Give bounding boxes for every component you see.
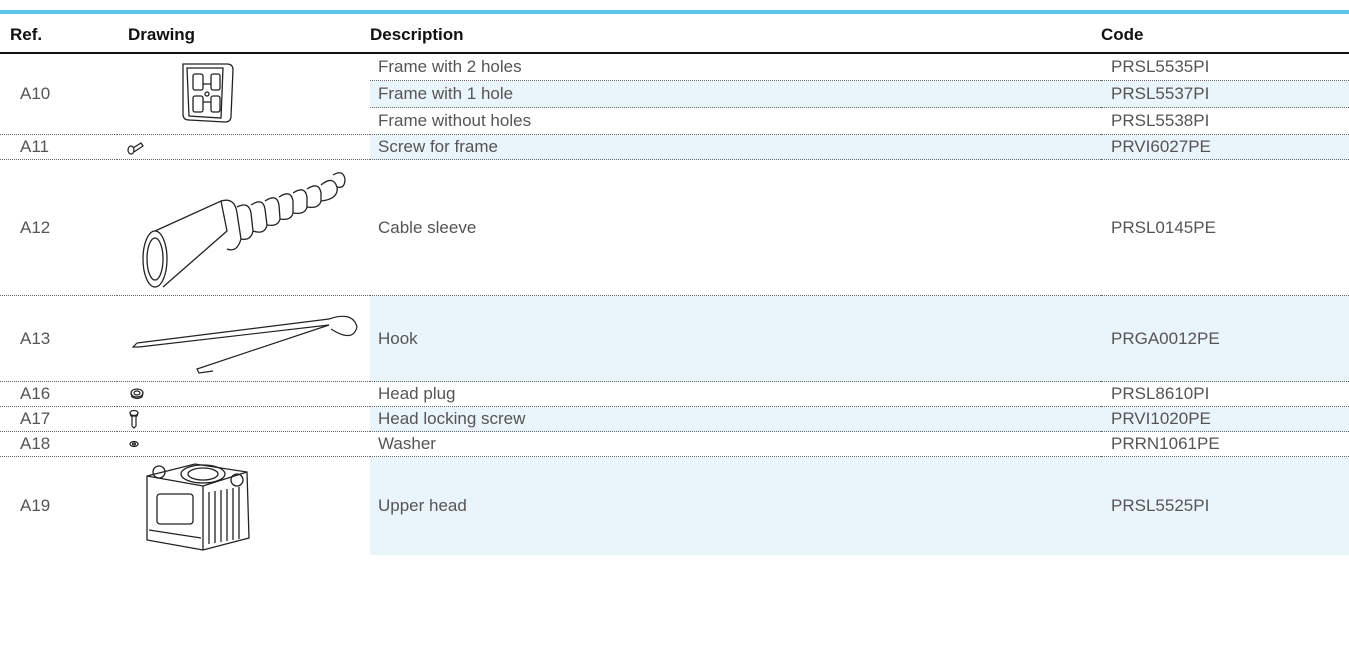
table-row: A18 Washer PRRN1061PE [0, 431, 1349, 457]
code-cell: PRSL0145PE [1101, 159, 1349, 296]
table-row: A12 Cable sleeve PRSL0145PE [0, 159, 1349, 296]
frame-icon [182, 63, 234, 123]
drawing-cell [117, 295, 370, 382]
table-row: A10 Frame with 2 holes PRSL5535PI [0, 53, 1349, 135]
ref-cell: A11 [0, 134, 117, 160]
table-row: A19 Upper head PRSL5525PI [0, 456, 1349, 555]
ref-cell: A17 [0, 406, 117, 432]
locking-screw-icon [129, 409, 139, 429]
washer-icon [129, 440, 139, 448]
header-code: Code [1101, 14, 1349, 54]
header-ref: Ref. [0, 14, 117, 54]
ref-cell: A12 [0, 159, 117, 296]
table-row: A13 Hook PRGA0012PE [0, 295, 1349, 382]
code-cell: PRVI1020PE [1101, 406, 1349, 432]
table-row: A11 Screw for frame PRVI6027PE [0, 134, 1349, 160]
description-cell: Washer [370, 431, 1101, 457]
ref-cell: A18 [0, 431, 117, 457]
table-header-row: Ref. Drawing Description Code [0, 14, 1349, 54]
description-cell: Frame with 1 hole [370, 80, 1101, 108]
description-cell: Upper head [370, 456, 1101, 555]
drawing-cell [117, 456, 370, 555]
description-cell: Hook [370, 295, 1101, 382]
code-cell: PRSL8610PI [1101, 381, 1349, 407]
ref-cell: A13 [0, 295, 117, 382]
description-cell: Head plug [370, 381, 1101, 407]
description-cell: Cable sleeve [370, 159, 1101, 296]
ref-cell: A16 [0, 381, 117, 407]
description-cell: Frame without holes [370, 107, 1101, 135]
drawing-cell [117, 134, 370, 160]
drawing-cell [117, 159, 370, 296]
description-cell: Head locking screw [370, 406, 1101, 432]
code-cell: PRSL5537PI [1101, 80, 1349, 108]
header-description: Description [370, 14, 1101, 54]
ref-cell: A10 [0, 53, 117, 135]
table-row: A16 Head plug PRSL8610PI [0, 381, 1349, 407]
code-cell: PRVI6027PE [1101, 134, 1349, 160]
code-cell: PRSL5525PI [1101, 456, 1349, 555]
code-cell: PRRN1061PE [1101, 431, 1349, 457]
hook-icon [131, 315, 358, 374]
code-cell: PRSL5535PI [1101, 53, 1349, 82]
drawing-cell [117, 406, 370, 432]
screw-icon [127, 142, 144, 155]
drawing-cell [117, 431, 370, 457]
drawing-cell [117, 381, 370, 407]
cable-sleeve-icon [142, 171, 346, 288]
head-plug-icon [130, 388, 144, 400]
table-row: A17 Head locking screw PRVI1020PE [0, 406, 1349, 432]
drawing-cell [117, 53, 370, 135]
ref-cell: A19 [0, 456, 117, 555]
parts-table: Ref. Drawing Description Code A10 Frame … [0, 14, 1349, 555]
header-drawing: Drawing [117, 14, 370, 54]
upper-head-icon [146, 463, 250, 551]
description-cell: Screw for frame [370, 134, 1101, 160]
code-cell: PRGA0012PE [1101, 295, 1349, 382]
code-cell: PRSL5538PI [1101, 107, 1349, 135]
description-cell: Frame with 2 holes [370, 53, 1101, 82]
